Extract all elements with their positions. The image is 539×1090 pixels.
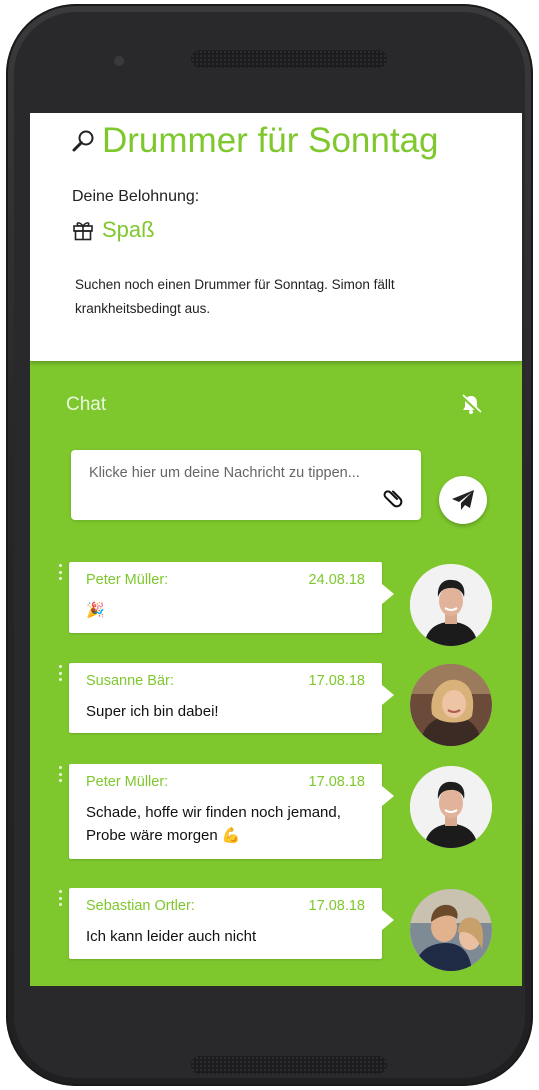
bottom-speaker: [191, 1056, 387, 1074]
message-input[interactable]: Klicke hier um deine Nachricht zu tippen…: [71, 450, 421, 520]
avatar-susanne[interactable]: [410, 664, 492, 746]
message-date: 17.08.18: [308, 898, 365, 914]
message-text: Ich kann leider auch nicht: [86, 928, 257, 945]
reward-row: Spaß: [72, 217, 155, 243]
message-sender: Susanne Bär:: [86, 673, 174, 689]
task-description: Suchen noch einen Drummer für Sonntag. S…: [75, 277, 395, 316]
chat-message: Peter Müller: 24.08.18 🎉: [69, 562, 394, 633]
avatar-peter[interactable]: [410, 766, 492, 848]
message-options-handle[interactable]: [59, 665, 63, 681]
message-text: Super ich bin dabei!: [86, 703, 219, 720]
page-title: Drummer für Sonntag: [102, 121, 439, 160]
message-options-handle[interactable]: [59, 890, 63, 906]
notifications-off-icon[interactable]: [460, 393, 482, 415]
chat-message: Sebastian Ortler: 17.08.18 Ich kann leid…: [69, 888, 394, 959]
message-date: 24.08.18: [308, 572, 365, 588]
gift-icon: [73, 222, 93, 241]
reward-label: Deine Belohnung:: [72, 188, 200, 205]
message-text: 🎉: [86, 602, 105, 619]
message-options-handle[interactable]: [59, 766, 63, 782]
chat-heading: Chat: [66, 394, 107, 415]
top-speaker: [191, 50, 387, 68]
message-sender: Sebastian Ortler:: [86, 898, 195, 914]
front-camera: [114, 56, 124, 66]
avatar-peter[interactable]: [410, 564, 492, 646]
search-icon: [72, 130, 94, 152]
chat-message: Peter Müller: 17.08.18 Schade, hoffe wir…: [69, 764, 394, 859]
chat-message: Susanne Bär: 17.08.18 Super ich bin dabe…: [69, 663, 394, 733]
title-row: Drummer für Sonntag: [70, 121, 439, 161]
message-input-placeholder: Klicke hier um deine Nachricht zu tippen…: [89, 465, 360, 481]
paperclip-icon[interactable]: [382, 486, 404, 508]
avatar-sebastian[interactable]: [410, 889, 492, 971]
message-text: Schade, hoffe wir finden noch jemand, Pr…: [86, 804, 341, 844]
message-date: 17.08.18: [308, 774, 365, 790]
send-icon: [452, 490, 474, 510]
app-screen: Drummer für Sonntag Deine Belohnung: Spa…: [30, 113, 522, 986]
message-sender: Peter Müller:: [86, 572, 169, 588]
message-sender: Peter Müller:: [86, 774, 169, 790]
message-date: 17.08.18: [308, 673, 365, 689]
send-button[interactable]: [439, 476, 487, 524]
reward-value: Spaß: [102, 217, 155, 242]
message-options-handle[interactable]: [59, 564, 63, 580]
task-card: Drummer für Sonntag Deine Belohnung: Spa…: [30, 113, 522, 361]
